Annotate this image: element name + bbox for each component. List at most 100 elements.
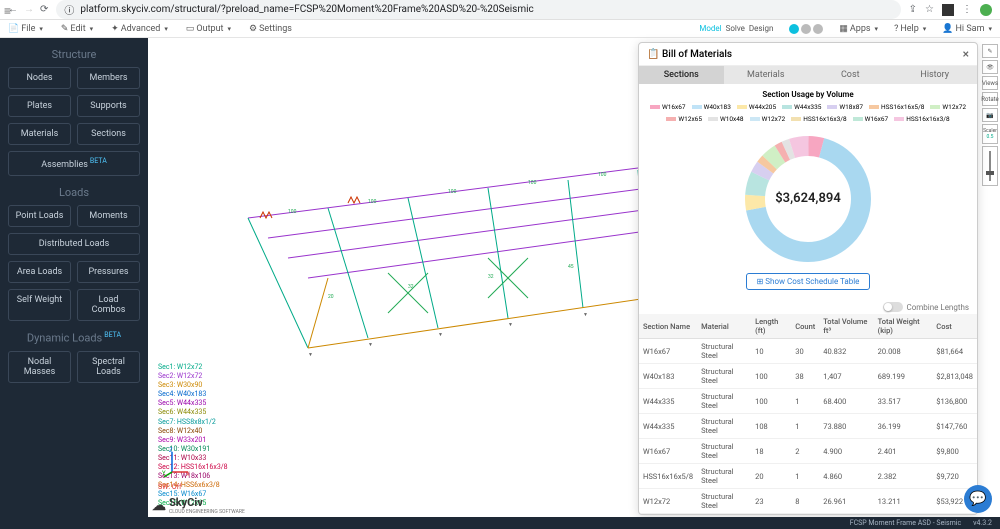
scaler-tool[interactable]: Scaler0.5 xyxy=(982,124,998,144)
apps-menu[interactable]: ▦ Apps▾ xyxy=(839,24,878,34)
axes-gizmo: Z X Y xyxy=(162,447,192,477)
forward-icon[interactable]: → xyxy=(24,4,34,15)
combine-label: Combine Lengths xyxy=(907,303,969,312)
views-tool[interactable]: Views xyxy=(982,76,998,90)
table-row[interactable]: W40x183Structural Steel100381,407689.199… xyxy=(639,364,977,389)
table-row[interactable]: W16x67Structural Steel103040.83220.008$8… xyxy=(639,339,977,364)
loads-title: Loads xyxy=(8,186,140,199)
profile-icon[interactable] xyxy=(980,4,992,16)
cloud-icon: ☁ xyxy=(152,498,166,514)
svg-text:32: 32 xyxy=(408,284,414,290)
svg-text:▼: ▼ xyxy=(508,322,513,328)
area-loads-button[interactable]: Area Loads xyxy=(8,261,71,283)
bom-subtitle: Section Usage by Volume xyxy=(647,90,969,99)
settings-menu[interactable]: ⚙ Settings xyxy=(249,24,292,34)
reload-icon[interactable]: ⟳ xyxy=(40,4,48,15)
stage-model-dot[interactable] xyxy=(789,24,799,34)
share-icon[interactable]: ⇪ xyxy=(909,4,917,15)
svg-text:100: 100 xyxy=(528,180,537,186)
rotate-tool[interactable]: Rotate xyxy=(982,92,998,106)
bom-legend-item: W12x65 xyxy=(666,115,702,123)
bom-legend-item: W10x48 xyxy=(708,115,744,123)
svg-text:20: 20 xyxy=(328,294,334,300)
table-row[interactable]: W44x335Structural Steel100168.40033.517$… xyxy=(639,389,977,414)
distributed-loads-button[interactable]: Distributed Loads xyxy=(8,233,140,255)
info-icon: ⓘ xyxy=(64,2,74,17)
sidebar: Structure Nodes Members Plates Supports … xyxy=(0,38,148,517)
footer-version: v4.3.2 xyxy=(973,519,992,527)
output-menu[interactable]: ▭ Output▾ xyxy=(186,24,231,34)
menu-icon[interactable]: ≡ xyxy=(4,4,11,18)
sections-button[interactable]: Sections xyxy=(77,123,140,145)
load-combos-button[interactable]: Load Combos xyxy=(77,289,140,321)
bom-legend-item: W18x87 xyxy=(827,103,863,111)
table-row[interactable]: W16x67Structural Steel1824.9002.401$9,80… xyxy=(639,439,977,464)
supports-button[interactable]: Supports xyxy=(77,95,140,117)
point-loads-button[interactable]: Point Loads xyxy=(8,205,71,227)
bom-legend-item: HSS16x16x3/8 xyxy=(791,115,846,123)
combine-toggle[interactable] xyxy=(883,302,903,312)
tab-materials[interactable]: Materials xyxy=(724,66,809,84)
stage-solve-label: Solve xyxy=(726,24,745,33)
visibility-tool[interactable]: 👁 xyxy=(982,60,998,74)
spectral-loads-button[interactable]: Spectral Loads xyxy=(77,351,140,383)
svg-text:Z: Z xyxy=(169,447,173,454)
svg-text:32: 32 xyxy=(488,274,494,280)
tab-cost[interactable]: Cost xyxy=(808,66,893,84)
footer-file: FCSP Moment Frame ASD - Seismic xyxy=(850,519,961,527)
camera-tool[interactable]: 📷 xyxy=(982,108,998,122)
legend-item: Sec2: W12x72 xyxy=(158,372,228,381)
ext1-icon[interactable] xyxy=(942,4,954,16)
stage-design-dot[interactable] xyxy=(813,24,823,34)
moments-button[interactable]: Moments xyxy=(77,205,140,227)
url-bar[interactable]: ⓘ platform.skyciv.com/structural/?preloa… xyxy=(56,0,900,19)
svg-text:▼: ▼ xyxy=(368,342,373,348)
tab-sections[interactable]: Sections xyxy=(639,66,724,84)
table-row[interactable]: W44x335Structural Steel108173.88036.199$… xyxy=(639,414,977,439)
assemblies-button[interactable]: AssembliesBETA xyxy=(8,151,140,176)
svg-text:▼: ▼ xyxy=(308,352,313,358)
right-rail: ✎ 👁 Views Rotate 📷 Scaler0.5 xyxy=(982,44,998,186)
plates-button[interactable]: Plates xyxy=(8,95,71,117)
stage-model-label: Model xyxy=(699,24,721,33)
advanced-menu[interactable]: ✦ Advanced▾ xyxy=(111,24,168,34)
stage-solve-dot[interactable] xyxy=(801,24,811,34)
svg-text:45: 45 xyxy=(568,264,574,270)
legend-item: Sec7: HSS8x8x1/2 xyxy=(158,418,228,427)
svg-text:100: 100 xyxy=(368,199,377,205)
user-menu[interactable]: 👤 Hi Sam▾ xyxy=(942,24,992,34)
svg-text:100: 100 xyxy=(598,172,607,178)
bom-icon: 📋 xyxy=(647,49,659,60)
table-row[interactable]: W12x72Structural Steel23826.96113.211$53… xyxy=(639,489,977,514)
show-schedule-button[interactable]: ⊞ Show Cost Schedule Table xyxy=(746,273,871,290)
svg-text:X: X xyxy=(186,471,190,477)
pressures-button[interactable]: Pressures xyxy=(77,261,140,283)
legend-item: Sec9: W33x201 xyxy=(158,436,228,445)
nodes-button[interactable]: Nodes xyxy=(8,67,71,89)
help-menu[interactable]: ? Help▾ xyxy=(894,24,926,34)
members-button[interactable]: Members xyxy=(77,67,140,89)
table-row[interactable]: HSS16x16x5/8Structural Steel2014.8602.38… xyxy=(639,464,977,489)
svg-text:Y: Y xyxy=(162,470,166,477)
bom-legend-item: W40x183 xyxy=(692,103,731,111)
materials-button[interactable]: Materials xyxy=(8,123,71,145)
self-weight-button[interactable]: Self Weight xyxy=(8,289,71,321)
tab-history[interactable]: History xyxy=(893,66,978,84)
legend-item: Sec5: W44x335 xyxy=(158,399,228,408)
bom-legend: W16x67W40x183W44x205W44x335W18x87HSS16x1… xyxy=(647,103,969,123)
logo: ☁ SkyCivCLOUD ENGINEERING SOFTWARE xyxy=(152,496,245,515)
file-menu[interactable]: 📄 File▾ xyxy=(8,24,43,34)
chat-fab[interactable]: 💬 xyxy=(964,485,992,513)
scaler-slider[interactable] xyxy=(982,146,998,186)
svg-text:▼: ▼ xyxy=(438,332,443,338)
dynamic-loads-title: Dynamic LoadsBETA xyxy=(8,331,140,345)
ext2-icon[interactable]: ⋮ xyxy=(962,4,972,15)
star-icon[interactable]: ☆ xyxy=(925,4,934,15)
pencil-tool[interactable]: ✎ xyxy=(982,44,998,58)
legend-item: Sec6: W44x335 xyxy=(158,408,228,417)
nodal-masses-button[interactable]: Nodal Masses xyxy=(8,351,71,383)
legend-item: Sec8: W12x40 xyxy=(158,427,228,436)
bom-legend-item: HSS16x16x3/8 xyxy=(894,115,949,123)
close-icon[interactable]: × xyxy=(963,47,969,61)
edit-menu[interactable]: ✎ Edit▾ xyxy=(61,24,93,34)
